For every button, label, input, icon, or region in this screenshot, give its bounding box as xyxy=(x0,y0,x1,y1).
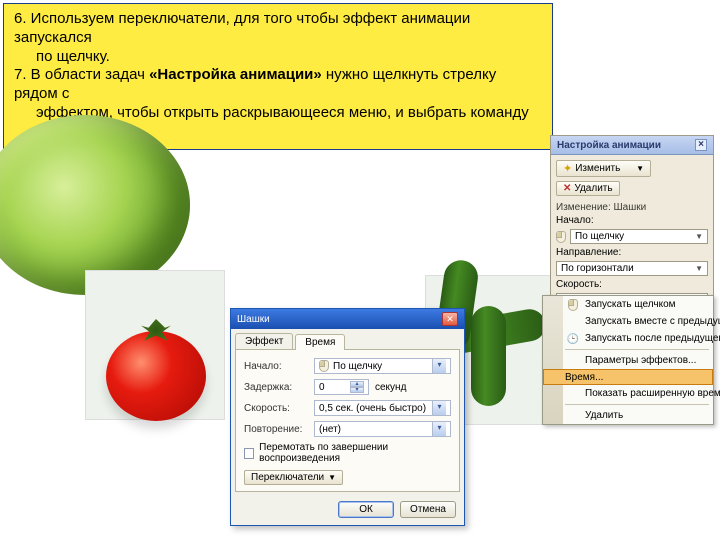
mouse-icon xyxy=(556,231,566,243)
delete-icon: ✕ xyxy=(563,183,571,194)
change-effect-button[interactable]: ✦ Изменить ▼ xyxy=(556,160,651,177)
menu-timing[interactable]: Время... xyxy=(543,369,713,385)
task-pane-title-bar[interactable]: Настройка анимации × xyxy=(551,136,713,155)
close-icon[interactable]: ✕ xyxy=(442,312,458,326)
delay-label: Задержка: xyxy=(244,382,308,393)
spin-down-icon[interactable]: ▾ xyxy=(350,387,364,393)
menu-start-after-previous[interactable]: 🕒 Запускать после предыдущего xyxy=(543,330,713,347)
note-bold: «Настройка анимации» xyxy=(149,66,322,83)
rewind-checkbox[interactable]: Перемотать по завершении воспроизведения xyxy=(244,442,451,464)
repeat-select[interactable]: (нет) ▾ xyxy=(314,421,451,437)
menu-effect-options[interactable]: Параметры эффектов... xyxy=(543,352,713,369)
star-icon: ✦ xyxy=(563,162,572,175)
tab-time[interactable]: Время xyxy=(295,334,345,350)
dialog-title-bar[interactable]: Шашки ✕ xyxy=(231,309,464,329)
menu-start-on-click[interactable]: Запускать щелчком xyxy=(543,296,713,313)
dialog-title: Шашки xyxy=(237,314,270,325)
chevron-down-icon: ▼ xyxy=(695,232,703,241)
note-line: по щелчку. xyxy=(36,48,110,65)
start-select[interactable]: По щелчку ▼ xyxy=(570,229,708,244)
chevron-down-icon: ▼ xyxy=(636,164,644,173)
menu-advanced-timeline[interactable]: Показать расширенную временную шкалу xyxy=(543,385,713,402)
delay-unit: секунд xyxy=(375,382,406,393)
mouse-icon xyxy=(319,360,329,372)
speed-label: Скорость: xyxy=(556,279,602,290)
direction-label: Направление: xyxy=(556,247,621,258)
chevron-down-icon: ▾ xyxy=(432,422,446,436)
ok-button[interactable]: ОК xyxy=(338,501,394,518)
triggers-button[interactable]: Переключатели ▼ xyxy=(244,470,343,485)
menu-start-with-previous[interactable]: Запускать вместе с предыдущим xyxy=(543,313,713,330)
clock-icon: 🕒 xyxy=(566,332,580,346)
chevron-down-icon: ▼ xyxy=(695,264,703,273)
start-select[interactable]: По щелчку ▾ xyxy=(314,358,451,374)
tab-effect[interactable]: Эффект xyxy=(235,333,293,349)
chevron-down-icon: ▾ xyxy=(432,359,446,373)
checkbox-icon xyxy=(244,448,254,459)
repeat-label: Повторение: xyxy=(244,424,308,435)
start-label: Начало: xyxy=(556,215,616,226)
close-icon[interactable]: × xyxy=(695,139,707,151)
effect-context-menu: Запускать щелчком Запускать вместе с пре… xyxy=(542,295,714,425)
task-pane-title: Настройка анимации xyxy=(557,140,661,151)
chevron-down-icon: ▼ xyxy=(328,473,336,482)
cancel-button[interactable]: Отмена xyxy=(400,501,456,518)
menu-delete[interactable]: Удалить xyxy=(543,407,713,424)
chevron-down-icon: ▾ xyxy=(432,401,446,415)
remove-effect-button[interactable]: ✕ Удалить xyxy=(556,181,620,196)
speed-select[interactable]: 0,5 сек. (очень быстро) ▾ xyxy=(314,400,451,416)
speed-label: Скорость: xyxy=(244,403,308,414)
timing-dialog: Шашки ✕ Эффект Время Начало: По щелчку ▾… xyxy=(230,308,465,526)
start-label: Начало: xyxy=(244,361,308,372)
mouse-icon xyxy=(568,299,578,311)
note-line: 6. Используем переключатели, для того чт… xyxy=(14,10,470,46)
delay-spinner[interactable]: 0 ▴▾ xyxy=(314,379,369,395)
tomato-image xyxy=(85,270,225,420)
note-line: 7. В области задач xyxy=(14,66,149,83)
changing-label: Изменение: Шашки xyxy=(556,202,708,213)
direction-select[interactable]: По горизонтали ▼ xyxy=(556,261,708,276)
